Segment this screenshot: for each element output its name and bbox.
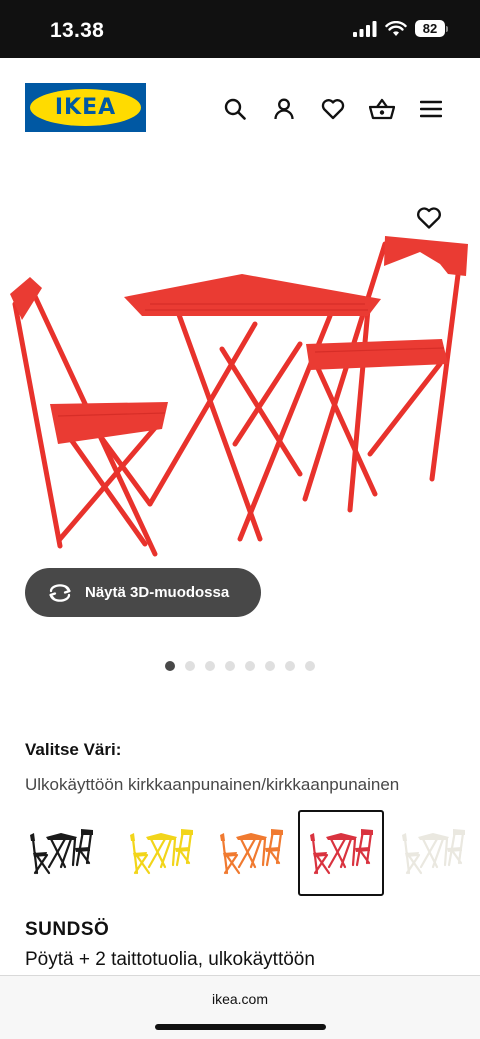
- battery-indicator: 82: [415, 20, 448, 37]
- url-text[interactable]: ikea.com: [0, 991, 480, 1007]
- carousel-dot[interactable]: [204, 661, 215, 671]
- product-gallery[interactable]: Näytä 3D-muodossa: [0, 154, 480, 654]
- carousel-dots: [0, 661, 480, 671]
- basket-icon: [368, 98, 395, 119]
- battery-tip: [446, 25, 448, 32]
- header-actions: [221, 95, 444, 122]
- rotate-3d-icon: [49, 583, 71, 602]
- color-swatches: [0, 810, 480, 896]
- battery-level: 82: [415, 20, 445, 37]
- cart-button[interactable]: [368, 95, 395, 122]
- product-name: SUNDSÖ: [25, 919, 110, 940]
- status-icons: 82: [353, 20, 448, 37]
- menu-button[interactable]: [417, 95, 444, 122]
- account-button[interactable]: [270, 95, 297, 122]
- search-icon: [224, 98, 246, 120]
- carousel-dot[interactable]: [184, 661, 195, 671]
- color-swatch[interactable]: [118, 810, 204, 896]
- logo-oval: IKEA: [30, 89, 141, 126]
- color-selector: Valitse Väri: Ulkokäyttöön kirkkaanpunai…: [25, 740, 465, 795]
- carousel-dot[interactable]: [164, 661, 175, 671]
- color-heading: Valitse Väri:: [25, 740, 122, 759]
- color-swatch[interactable]: [390, 810, 476, 896]
- ikea-logo[interactable]: IKEA: [25, 83, 146, 132]
- wifi-icon: [385, 20, 407, 36]
- user-icon: [273, 98, 294, 119]
- color-swatch[interactable]: [208, 810, 294, 896]
- view-3d-label: Näytä 3D-muodossa: [85, 584, 230, 601]
- furniture-thumbnail: [402, 829, 465, 875]
- heart-icon: [321, 98, 344, 119]
- product-description: Pöytä + 2 taittotuolia, ulkokäyttöön: [25, 949, 315, 970]
- color-swatch[interactable]: [298, 810, 384, 896]
- carousel-dot[interactable]: [304, 661, 315, 671]
- site-header: IKEA: [0, 58, 480, 154]
- logo-text: IKEA: [54, 95, 117, 120]
- heart-icon: [417, 207, 441, 229]
- status-bar: 13.38 82: [0, 0, 480, 58]
- selected-color-name: Ulkokäyttöön kirkkaanpunainen/kirkkaanpu…: [25, 775, 400, 794]
- furniture-thumbnail: [220, 829, 283, 875]
- menu-icon: [419, 100, 442, 117]
- carousel-dot[interactable]: [284, 661, 295, 671]
- product-image: [10, 236, 468, 557]
- furniture-thumbnail: [310, 829, 373, 875]
- home-indicator[interactable]: [155, 1024, 326, 1030]
- carousel-dot[interactable]: [264, 661, 275, 671]
- browser-address-bar[interactable]: ikea.com: [0, 975, 480, 1039]
- view-3d-button[interactable]: Näytä 3D-muodossa: [25, 568, 261, 617]
- carousel-dot[interactable]: [224, 661, 235, 671]
- add-to-favourites-button[interactable]: [416, 206, 444, 234]
- cellular-signal-icon: [353, 20, 377, 37]
- search-button[interactable]: [221, 95, 248, 122]
- furniture-thumbnail: [30, 829, 93, 875]
- color-swatch[interactable]: [18, 810, 104, 896]
- favourites-button[interactable]: [319, 95, 346, 122]
- furniture-thumbnail: [130, 829, 193, 875]
- status-time: 13.38: [50, 19, 105, 42]
- carousel-dot[interactable]: [244, 661, 255, 671]
